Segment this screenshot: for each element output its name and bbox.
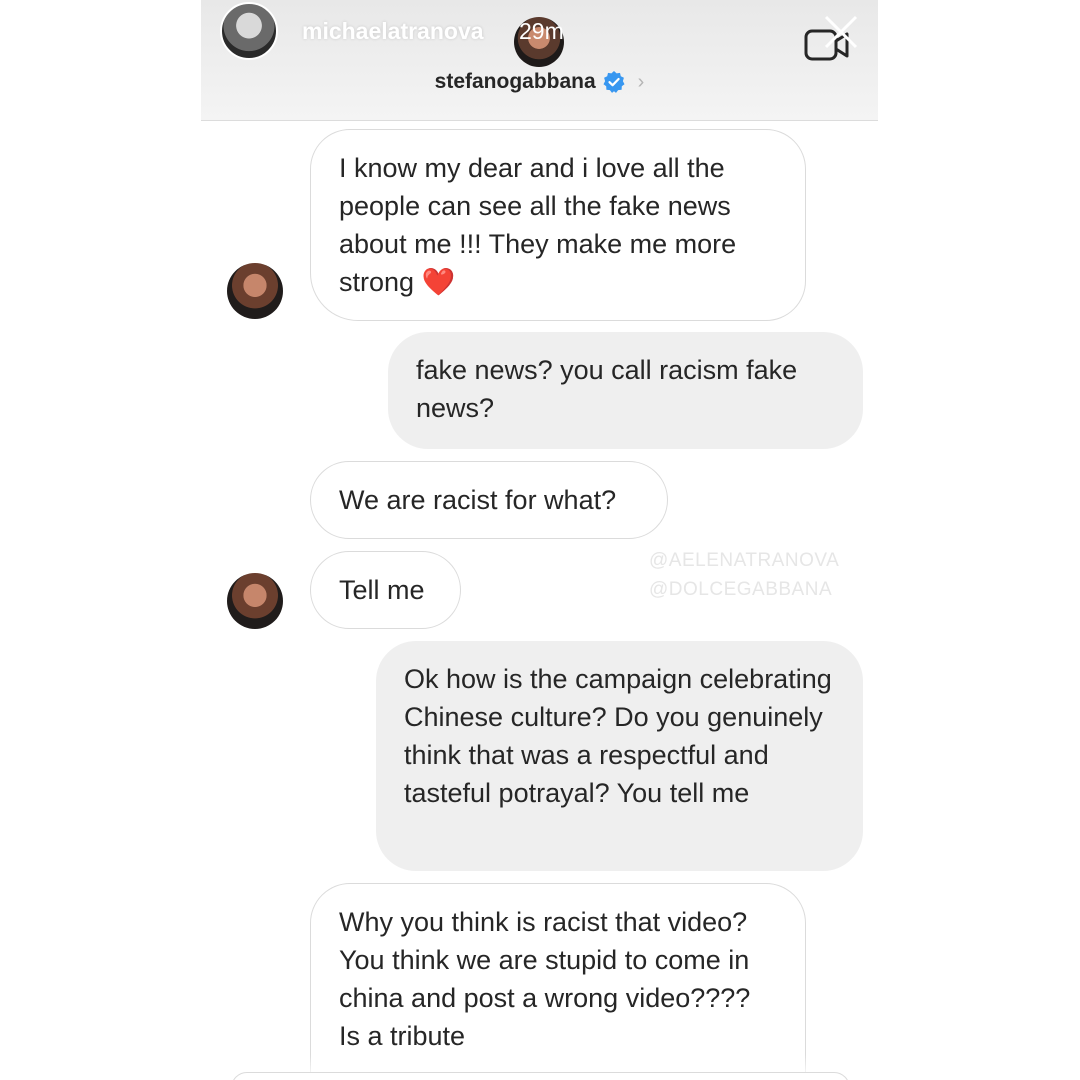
message-bubble-sent: Ok how is the campaign celebrating Chine… [376, 641, 863, 871]
message-bubble-sent: fake news? you call racism fake news? [388, 332, 863, 449]
story-timestamp: 29m [519, 18, 564, 44]
story-frame: michaelatranova 29m stefanogabbana › I k… [201, 0, 878, 1080]
message-bubble-received: Why you think is racist that video? You … [310, 883, 806, 1073]
message-text: fake news? you call racism fake news? [416, 355, 798, 423]
story-header: michaelatranova 29m stefanogabbana › [201, 0, 878, 121]
watermark: @AELENATRANOVA @DOLCEGABBANA [649, 546, 839, 604]
conversation-name: stefanogabbana [434, 70, 596, 93]
message-bubble-received: We are racist for what? [310, 461, 668, 539]
message-input-edge[interactable] [231, 1072, 850, 1080]
sender-avatar[interactable] [227, 263, 283, 319]
message-bubble-received: I know my dear and i love all the people… [310, 129, 806, 321]
message-bubble-received: Tell me [310, 551, 461, 629]
chevron-right-icon: › [637, 70, 645, 93]
close-icon[interactable] [821, 12, 861, 52]
message-text: Ok how is the campaign celebrating Chine… [404, 664, 832, 808]
watermark-line: @DOLCEGABBANA [649, 579, 833, 600]
message-text: We are racist for what? [339, 485, 617, 515]
story-avatar[interactable] [220, 2, 278, 60]
watermark-line: @AELENATRANOVA [649, 550, 840, 571]
message-text: I know my dear and i love all the people… [339, 153, 737, 297]
verified-badge-icon [603, 71, 625, 93]
sender-avatar[interactable] [227, 573, 283, 629]
story-username[interactable]: michaelatranova [302, 18, 484, 45]
message-text: Why you think is racist that video? You … [339, 907, 751, 1051]
message-text: Tell me [339, 575, 425, 605]
conversation-title[interactable]: stefanogabbana › [201, 70, 878, 102]
